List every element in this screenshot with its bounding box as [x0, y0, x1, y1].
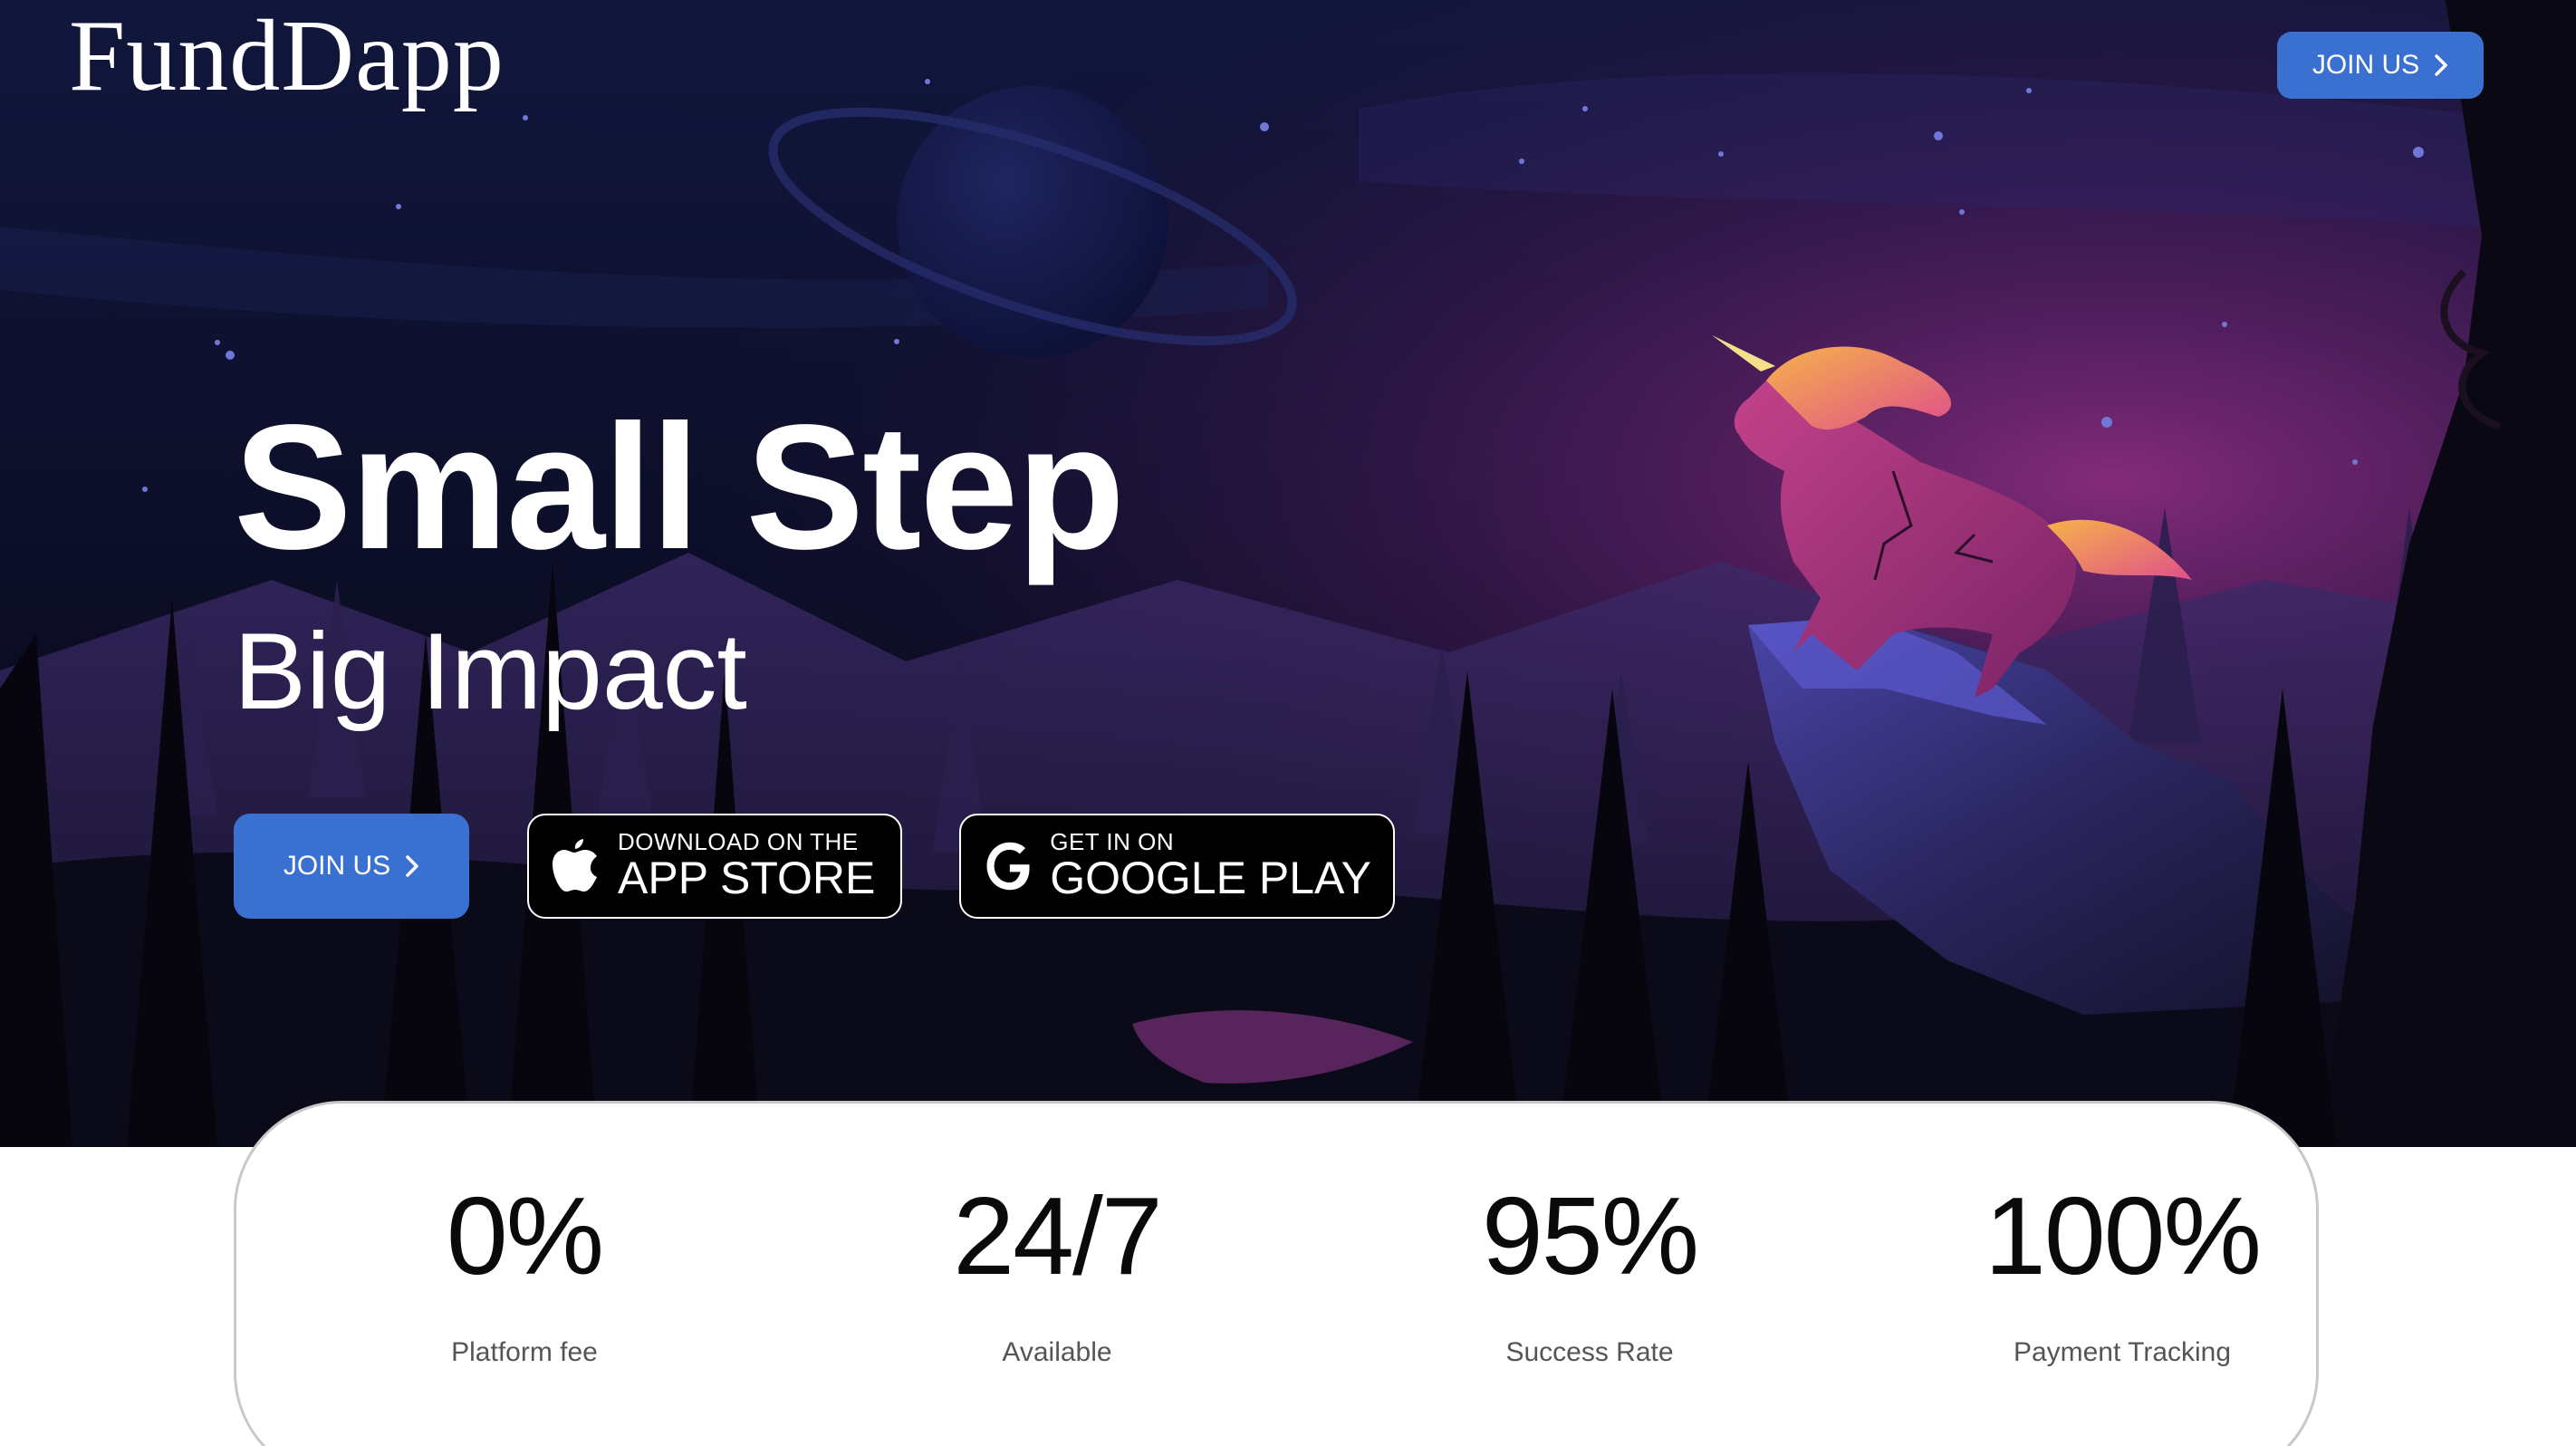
chevron-right-icon	[2435, 54, 2447, 76]
hero-title: Small Step	[234, 388, 1125, 586]
logo[interactable]: FundDapp	[69, 0, 505, 115]
google-play-small-text: GET IN ON	[1050, 828, 1175, 856]
stat-label: Platform fee	[451, 1337, 598, 1367]
stats-card: 0% Platform fee 24/7 Available 95% Succe…	[234, 1101, 2319, 1446]
apple-icon	[553, 839, 597, 892]
stat-label: Payment Tracking	[2013, 1337, 2232, 1367]
app-store-big-text: APP STORE	[618, 853, 876, 904]
stat-value: 100%	[1984, 1174, 2262, 1297]
app-store-button[interactable]: DOWNLOAD ON THE APP STORE	[527, 814, 902, 919]
hero-section: FundDapp JOIN US Small Step Big Impact J…	[0, 0, 2576, 1147]
stat-value: 24/7	[953, 1174, 1162, 1297]
chevron-right-icon	[406, 855, 418, 877]
stat-label: Available	[1002, 1337, 1112, 1367]
landing-page: FundDapp JOIN US Small Step Big Impact J…	[0, 0, 2576, 1446]
header-join-button[interactable]: JOIN US	[2277, 32, 2484, 99]
hero-subtitle: Big Impact	[234, 611, 747, 732]
hero-join-button[interactable]: JOIN US	[234, 814, 469, 919]
app-store-small-text: DOWNLOAD ON THE	[618, 828, 859, 856]
google-icon	[986, 842, 1030, 891]
header-join-label: JOIN US	[2312, 50, 2420, 80]
stat-label: Success Rate	[1505, 1337, 1674, 1367]
hero-join-label: JOIN US	[283, 851, 391, 881]
google-play-button[interactable]: GET IN ON GOOGLE PLAY	[959, 814, 1395, 919]
google-play-big-text: GOOGLE PLAY	[1050, 853, 1371, 904]
stat-value: 0%	[446, 1174, 604, 1297]
stat-value: 95%	[1481, 1174, 1699, 1297]
